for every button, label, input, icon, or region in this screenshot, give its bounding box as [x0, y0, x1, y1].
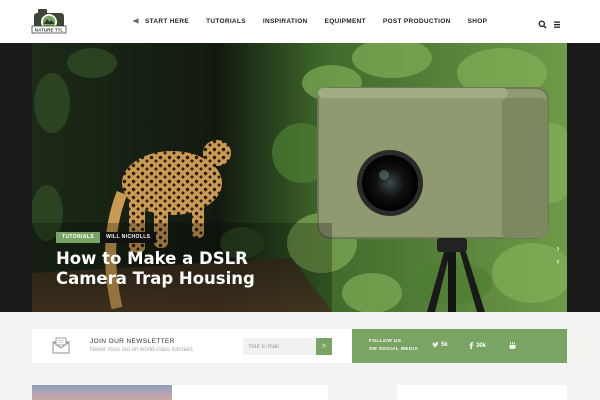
nav-post-production[interactable]: POST PRODUCTION: [383, 18, 451, 25]
nav-shop[interactable]: SHOP: [468, 18, 488, 25]
logo-text: NATURE TTL: [35, 28, 64, 33]
nav-label: TUTORIALS: [206, 18, 246, 25]
post-card: [172, 385, 328, 400]
search-icon[interactable]: [538, 16, 548, 29]
subscribe-button[interactable]: >: [316, 338, 332, 355]
newsletter-subtitle: Never miss out on world-class tutorials: [90, 347, 193, 353]
envelope-icon: [51, 337, 71, 360]
nav-label: POST PRODUCTION: [382, 18, 451, 25]
sidebar-widget: [397, 385, 567, 400]
nav-label: START HERE: [145, 18, 190, 25]
chevron-left-icon[interactable]: ‹: [552, 255, 564, 267]
nav-label: SHOP: [467, 18, 488, 25]
follow-line-2: ON SOCIAL MEDIA: [369, 347, 419, 352]
twitter-count: 5k: [441, 342, 448, 348]
post-meta: TUTORIALS WILL NICHOLLS: [56, 232, 157, 243]
facebook-link[interactable]: 30k: [469, 342, 486, 349]
nav-label: EQUIPMENT: [324, 18, 366, 25]
facebook-icon: [469, 342, 474, 349]
menu-icon[interactable]: [553, 16, 563, 28]
twitter-link[interactable]: 5k: [432, 342, 448, 348]
youtube-icon: [509, 342, 516, 349]
main-nav: START HERE TUTORIALS INSPIRATION EQUIPME…: [133, 0, 504, 43]
youtube-link[interactable]: [509, 342, 518, 349]
newsletter-bar: JOIN OUR NEWSLETTER Never miss out on wo…: [32, 329, 352, 363]
nav-inspiration[interactable]: INSPIRATION: [263, 18, 308, 25]
nav-label: INSPIRATION: [262, 18, 308, 25]
newsletter-title: JOIN OUR NEWSLETTER: [90, 338, 175, 345]
twitter-icon: [432, 342, 439, 348]
megaphone-icon: [133, 17, 140, 26]
site-header: NATURE TTL START HERE TUTORIALS INSPIRAT…: [0, 0, 600, 43]
chevron-right-icon[interactable]: ›: [552, 242, 564, 254]
social-bar: FOLLOW US ON SOCIAL MEDIA 5k 30k: [352, 329, 567, 363]
post-card-image[interactable]: [32, 385, 172, 400]
facebook-count: 30k: [476, 342, 487, 349]
follow-label: FOLLOW US ON SOCIAL MEDIA: [369, 338, 418, 354]
email-input[interactable]: [243, 338, 316, 355]
nav-start-here[interactable]: START HERE: [133, 17, 190, 26]
follow-line-1: FOLLOW US: [369, 339, 402, 344]
category-badge[interactable]: TUTORIALS: [56, 232, 101, 243]
hero-title[interactable]: How to Make a DSLR Camera Trap Housing: [56, 249, 296, 289]
nav-equipment[interactable]: EQUIPMENT: [325, 18, 366, 25]
nav-tutorials[interactable]: TUTORIALS: [206, 18, 246, 25]
site-logo[interactable]: NATURE TTL: [31, 5, 67, 36]
author-badge[interactable]: WILL NICHOLLS: [100, 232, 157, 243]
